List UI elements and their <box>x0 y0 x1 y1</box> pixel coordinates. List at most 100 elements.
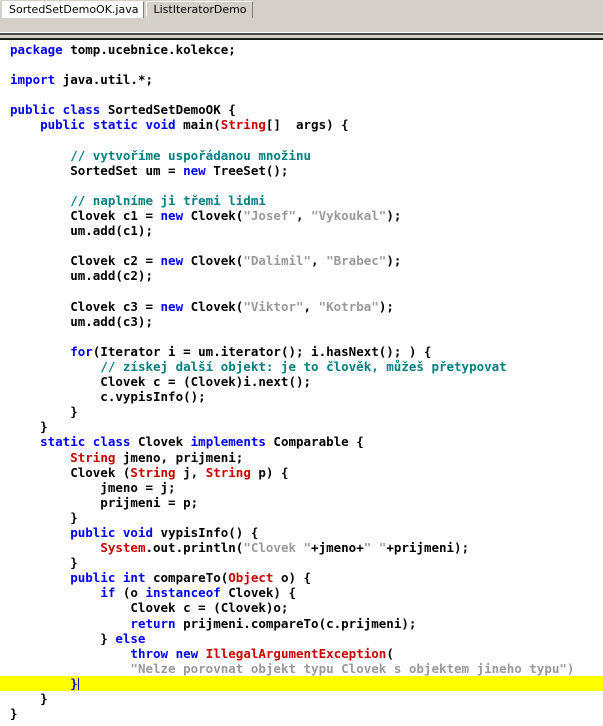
code-line[interactable]: public static void main(String[] args) { <box>0 117 603 132</box>
code-line[interactable]: } <box>0 555 603 570</box>
code-token: ); <box>386 253 402 269</box>
code-token: } <box>10 630 116 646</box>
code-token: // vytvoříme uspořádanou množinu <box>70 147 312 163</box>
tab-sorted-set-demo-ok[interactable]: SortedSetDemoOK.java <box>2 1 145 18</box>
code-line[interactable]: // získej další objekt: je to člověk, mů… <box>0 359 603 374</box>
code-line[interactable]: System.out.println("Clovek "+jmeno+" "+p… <box>0 540 603 555</box>
code-token: jmeno = j; <box>10 479 176 495</box>
code-line[interactable]: Clovek c2 = new Clovek("Dalimil", "Brabe… <box>0 253 603 268</box>
code-token: String <box>130 464 176 480</box>
code-line[interactable]: "Nelze porovnat objekt typu Clovek s obj… <box>0 661 603 676</box>
code-token: "Josef" <box>243 208 296 224</box>
code-line[interactable]: Clovek c3 = new Clovek("Viktor", "Kotrba… <box>0 299 603 314</box>
code-line[interactable]: SortedSet um = new TreeSet(); <box>0 163 603 178</box>
code-token: System <box>100 540 146 556</box>
code-token: java.util.*; <box>55 72 153 88</box>
code-line[interactable] <box>0 178 603 193</box>
code-line[interactable] <box>0 87 603 102</box>
code-token: import <box>10 72 56 88</box>
code-line[interactable]: return prijmeni.compareTo(c.prijmeni); <box>0 616 603 631</box>
code-token: new <box>160 298 184 314</box>
code-line[interactable]: Clovek c1 = new Clovek("Josef", "Vykouka… <box>0 208 603 223</box>
code-line[interactable]: Clovek c = (Clovek)o; <box>0 600 603 615</box>
code-line[interactable]: um.add(c3); <box>0 314 603 329</box>
code-line[interactable]: um.add(c2); <box>0 268 603 283</box>
code-line[interactable]: } <box>0 419 603 434</box>
code-line[interactable]: um.add(c1); <box>0 223 603 238</box>
code-line[interactable] <box>0 57 603 72</box>
code-token: (Iterator i = um.iterator(); i.hasNext()… <box>92 343 432 359</box>
code-line[interactable] <box>0 329 603 344</box>
code-token: "Brabec" <box>326 253 387 269</box>
code-token: um.add(c3); <box>10 313 153 329</box>
code-editor-window: SortedSetDemoOK.java ListIteratorDemo pa… <box>0 0 603 726</box>
code-line[interactable]: // vytvoříme uspořádanou množinu <box>0 148 603 163</box>
code-token: else <box>115 630 146 646</box>
code-token: SortedSetDemoOK { <box>100 102 236 118</box>
code-line[interactable]: Clovek c = (Clovek)i.next(); <box>0 374 603 389</box>
code-token: } <box>10 509 78 525</box>
tab-label: ListIteratorDemo <box>153 3 247 16</box>
code-text-area[interactable]: package tomp.ucebnice.kolekce; import ja… <box>0 40 603 726</box>
code-token: } <box>10 706 18 722</box>
code-token: String <box>205 464 251 480</box>
code-token: } <box>10 404 78 420</box>
code-token: c.vypisInfo(); <box>10 389 206 405</box>
code-token: Clovek <box>130 434 191 450</box>
code-line[interactable] <box>0 238 603 253</box>
code-line[interactable]: public void vypisInfo() { <box>0 525 603 540</box>
code-line[interactable] <box>0 133 603 148</box>
code-token: Clovek c3 = <box>10 298 161 314</box>
code-line[interactable]: } <box>0 675 603 692</box>
code-line[interactable]: } else <box>0 631 603 646</box>
code-line[interactable]: // naplníme ji třemi lidmi <box>0 193 603 208</box>
code-line[interactable]: } <box>0 691 603 706</box>
code-line[interactable]: import java.util.*; <box>0 72 603 87</box>
code-token: [] args) { <box>265 117 349 133</box>
code-token: ); <box>378 298 394 314</box>
code-token: public void <box>70 525 154 540</box>
code-line[interactable]: prijmeni = p; <box>0 495 603 510</box>
code-token: , <box>303 298 319 314</box>
code-line[interactable]: Clovek (String j, String p) { <box>0 465 603 480</box>
code-line[interactable]: public int compareTo(Object o) { <box>0 570 603 585</box>
code-token: jmeno, prijmeni; <box>115 449 244 465</box>
code-token: package <box>10 42 63 57</box>
tab-list-iterator-demo[interactable]: ListIteratorDemo <box>146 1 253 18</box>
code-token: Clovek( <box>183 208 244 224</box>
code-token: "Kotrba" <box>318 298 379 314</box>
code-line[interactable]: static class Clovek implements Comparabl… <box>0 434 603 449</box>
code-token: Comparable { <box>265 434 364 450</box>
code-line[interactable]: if (o instanceof Clovek) { <box>0 585 603 600</box>
code-token: throw new <box>130 645 199 661</box>
code-line[interactable]: String jmeno, prijmeni; <box>0 450 603 465</box>
code-line[interactable]: } <box>0 404 603 419</box>
code-token: Clovek( <box>183 298 244 314</box>
code-token: Clovek c = (Clovek)i.next(); <box>10 374 312 390</box>
code-token: .out.println( <box>145 540 244 556</box>
code-token: , <box>311 253 327 269</box>
code-token: "Clovek " <box>243 540 312 556</box>
code-token: Clovek c = (Clovek)o; <box>10 600 289 616</box>
code-token: for <box>70 343 93 359</box>
code-token: String <box>70 449 116 465</box>
code-token: TreeSet(); <box>205 162 289 178</box>
code-token: um.add(c1); <box>10 223 153 239</box>
code-line[interactable]: for(Iterator i = um.iterator(); i.hasNex… <box>0 344 603 359</box>
code-line[interactable]: c.vypisInfo(); <box>0 389 603 404</box>
code-token: "Viktor" <box>243 298 304 314</box>
code-line[interactable]: public class SortedSetDemoOK { <box>0 102 603 117</box>
code-line[interactable]: package tomp.ucebnice.kolekce; <box>0 42 603 57</box>
code-line[interactable]: } <box>0 510 603 525</box>
code-line[interactable]: } <box>0 706 603 721</box>
code-line[interactable]: jmeno = j; <box>0 480 603 495</box>
code-line[interactable]: throw new IllegalArgumentException( <box>0 646 603 661</box>
code-line[interactable] <box>0 284 603 299</box>
